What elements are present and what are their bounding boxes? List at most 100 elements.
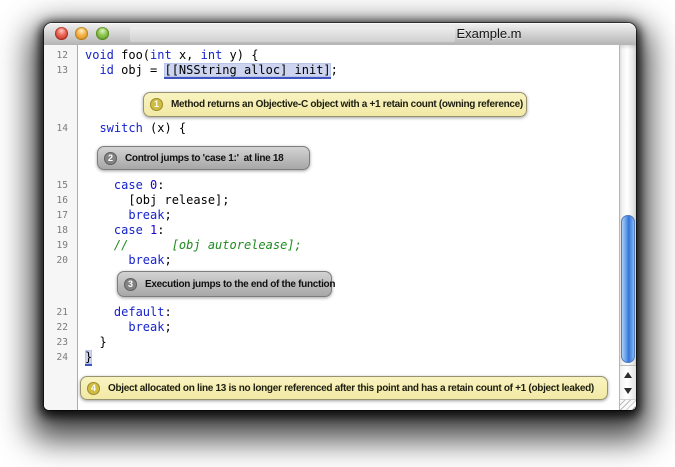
window-example-m: Example.m 1112void foo(int x, int y) {13…	[44, 23, 636, 410]
code-segment: switch	[99, 121, 142, 135]
line-number: 23	[44, 335, 68, 350]
code-segment: void	[85, 48, 114, 62]
code-line-24[interactable]: 24}	[44, 350, 619, 365]
code-line-16[interactable]: 16 [obj release];	[44, 193, 619, 208]
code-segment	[85, 253, 128, 267]
bubble-number-badge: 1	[150, 98, 163, 111]
line-number: 18	[44, 223, 68, 238]
resize-grip-icon[interactable]	[620, 399, 636, 410]
code-segment: x,	[172, 48, 201, 62]
analyzer-highlight: }	[85, 350, 92, 366]
code-text: break;	[85, 320, 172, 335]
code-segment: int	[201, 48, 223, 62]
line-number: 22	[44, 320, 68, 335]
code-segment	[143, 178, 150, 192]
scrollbar-track[interactable]	[620, 45, 636, 365]
code-segment: :	[157, 223, 164, 237]
bubble-number-badge: 2	[104, 152, 117, 165]
line-number: 21	[44, 305, 68, 320]
code-segment: [obj release];	[85, 193, 230, 207]
arrow-up-icon	[624, 372, 632, 378]
line-number: 12	[44, 48, 68, 63]
window-title: Example.m	[429, 26, 549, 41]
line-number: 15	[44, 178, 68, 193]
bubble-text: Control jumps to 'case 1:' at line 18	[125, 153, 283, 164]
code-segment: ;	[164, 208, 171, 222]
code-segment: // [obj autorelease];	[114, 238, 302, 252]
code-segment: case	[114, 223, 143, 237]
bubble-text: Execution jumps to the end of the functi…	[145, 279, 335, 290]
code-text: case 0:	[85, 178, 165, 193]
code-line-23[interactable]: 23 }	[44, 335, 619, 350]
bubble-number-badge: 4	[87, 382, 100, 395]
code-segment: }	[85, 335, 107, 349]
code-segment: ;	[164, 320, 171, 334]
code-line-15[interactable]: 15 case 0:	[44, 178, 619, 193]
code-segment: break	[128, 320, 164, 334]
analyzer-bubble-3[interactable]: 3 Execution jumps to the end of the funct…	[117, 271, 332, 297]
line-number: 13	[44, 63, 68, 78]
code-segment: :	[157, 178, 164, 192]
code-text: void foo(int x, int y) {	[85, 48, 258, 63]
scroll-up-button[interactable]	[620, 365, 636, 383]
code-segment: obj =	[114, 63, 165, 77]
code-text: [obj release];	[85, 193, 230, 208]
code-text: // [obj autorelease];	[85, 238, 302, 253]
code-line-13[interactable]: 13 id obj = [[NSString alloc] init];	[44, 63, 619, 78]
code-text: break;	[85, 253, 172, 268]
bubble-text: Object allocated on line 13 is no longer…	[108, 383, 594, 394]
code-segment	[85, 63, 99, 77]
bubble-text: Method returns an Objective-C object wit…	[171, 99, 523, 110]
code-segment: foo(	[114, 48, 150, 62]
analyzer-bubble-2[interactable]: 2 Control jumps to 'case 1:' at line 18	[97, 146, 310, 170]
code-text: id obj = [[NSString alloc] init];	[85, 63, 338, 78]
code-line-22[interactable]: 22 break;	[44, 320, 619, 335]
analyzer-bubble-1[interactable]: 1 Method returns an Objective-C object wi…	[143, 92, 527, 117]
scrollbar-thumb[interactable]	[621, 215, 635, 363]
line-number: 20	[44, 253, 68, 268]
minimize-button[interactable]	[75, 27, 88, 40]
code-segment: case	[114, 178, 143, 192]
line-number: 17	[44, 208, 68, 223]
code-text: switch (x) {	[85, 121, 186, 136]
code-line-21[interactable]: 21 default:	[44, 305, 619, 320]
code-line-18[interactable]: 18 case 1:	[44, 223, 619, 238]
code-segment	[85, 305, 114, 319]
code-segment: id	[99, 63, 113, 77]
code-segment: break	[128, 208, 164, 222]
code-segment	[85, 208, 128, 222]
code-line-12[interactable]: 12void foo(int x, int y) {	[44, 48, 619, 63]
code-segment: break	[128, 253, 164, 267]
line-number: 14	[44, 121, 68, 136]
code-line-17[interactable]: 17 break;	[44, 208, 619, 223]
line-number: 19	[44, 238, 68, 253]
code-segment: ;	[164, 253, 171, 267]
titlebar[interactable]: Example.m	[44, 23, 636, 46]
line-number: 24	[44, 350, 68, 365]
code-line-19[interactable]: 19 // [obj autorelease];	[44, 238, 619, 253]
code-segment	[143, 223, 150, 237]
analyzer-bubble-4[interactable]: 4 Object allocated on line 13 is no longe…	[80, 376, 608, 400]
scroll-down-button[interactable]	[620, 382, 636, 399]
code-segment: int	[150, 48, 172, 62]
code-segment	[85, 223, 114, 237]
code-segment	[85, 238, 114, 252]
code-segment: default	[114, 305, 165, 319]
line-number: 16	[44, 193, 68, 208]
code-segment: y) {	[222, 48, 258, 62]
editor-content: 1112void foo(int x, int y) {13 id obj = …	[44, 45, 636, 410]
code-text: }	[85, 335, 107, 350]
bubble-number-badge: 3	[124, 278, 137, 291]
code-text: break;	[85, 208, 172, 223]
close-button[interactable]	[55, 27, 68, 40]
vertical-scrollbar[interactable]	[619, 45, 636, 410]
code-line-14[interactable]: 14 switch (x) {	[44, 121, 619, 136]
code-line-20[interactable]: 20 break;	[44, 253, 619, 268]
code-segment	[85, 320, 128, 334]
code-text: case 1:	[85, 223, 165, 238]
zoom-button[interactable]	[96, 27, 109, 40]
arrow-down-icon	[624, 388, 632, 394]
code-segment: (x) {	[143, 121, 186, 135]
code-text: }	[85, 350, 92, 365]
code-text: default:	[85, 305, 172, 320]
